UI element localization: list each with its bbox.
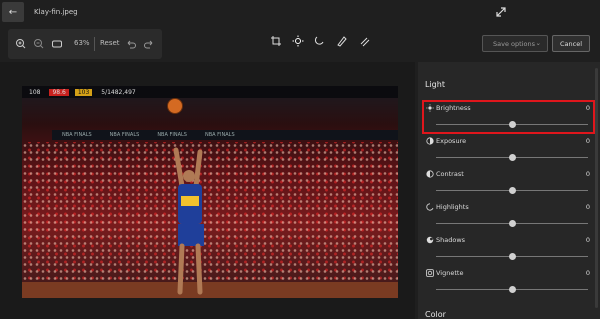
adjustment-value: 0 bbox=[585, 269, 590, 277]
player-figure bbox=[173, 147, 204, 295]
section-color-title: Color bbox=[425, 310, 446, 319]
zoom-out-icon[interactable] bbox=[32, 37, 46, 51]
adjustment-label: Highlights bbox=[436, 203, 469, 211]
exposure-slider-thumb[interactable] bbox=[508, 154, 516, 161]
zoom-in-icon[interactable] bbox=[14, 37, 28, 51]
adjustment-label: Shadows bbox=[436, 236, 466, 244]
adjustment-value: 0 bbox=[585, 236, 590, 244]
panel-scrollbar[interactable] bbox=[595, 68, 598, 308]
contrast-icon bbox=[426, 170, 434, 178]
back-button[interactable]: ← bbox=[2, 2, 24, 22]
led-text: NBA FINALS bbox=[204, 132, 235, 138]
scoreboard-text: 103 bbox=[74, 88, 93, 96]
vignette-icon bbox=[426, 269, 434, 277]
contrast-slider-thumb[interactable] bbox=[508, 187, 516, 194]
arrow-left-icon: ← bbox=[8, 6, 18, 18]
expand-icon[interactable] bbox=[495, 6, 507, 18]
arena-led-strip: NBA FINALS NBA FINALS NBA FINALS NBA FIN… bbox=[52, 130, 398, 140]
led-text: NBA FINALS bbox=[109, 132, 140, 138]
scoreboard-text: 98.6 bbox=[49, 88, 69, 96]
exposure-adjustment: Exposure 0 bbox=[422, 134, 594, 167]
shadows-slider-thumb[interactable] bbox=[508, 253, 516, 260]
adjustment-label: Exposure bbox=[436, 137, 467, 145]
reset-button[interactable]: Reset bbox=[100, 39, 120, 47]
section-light-title: Light bbox=[425, 80, 445, 89]
filter-icon[interactable] bbox=[313, 34, 327, 48]
led-text: NBA FINALS bbox=[157, 132, 187, 138]
edited-photo: 108 98.6 103 5/1482,497 NBA FINALS NBA F… bbox=[22, 86, 398, 298]
highlights-icon bbox=[426, 203, 434, 211]
adjustment-value: 0 bbox=[585, 137, 590, 145]
toolbar: 63% Reset Save options ⌄ Cancel bbox=[0, 26, 600, 62]
zoom-tool-group: 63% Reset bbox=[8, 29, 162, 59]
scoreboard-text: 108 bbox=[29, 88, 41, 96]
scoreboard-strip: 108 98.6 103 5/1482,497 bbox=[22, 86, 398, 98]
erase-icon[interactable] bbox=[357, 34, 371, 48]
contrast-adjustment: Contrast 0 bbox=[422, 167, 594, 200]
scoreboard-text: 5/1482,497 bbox=[101, 88, 136, 96]
crop-icon[interactable] bbox=[269, 34, 283, 48]
adjustment-label: Vignette bbox=[436, 269, 464, 277]
image-canvas: 108 98.6 103 5/1482,497 NBA FINALS NBA F… bbox=[0, 62, 415, 319]
title-bar: ← Klay-fin.jpeg bbox=[0, 0, 600, 26]
shadows-adjustment: Shadows 0 bbox=[422, 233, 594, 266]
adjustment-value: 0 bbox=[585, 203, 590, 211]
save-options-label: Save options bbox=[493, 39, 535, 48]
vignette-adjustment: Vignette 0 bbox=[422, 266, 594, 299]
highlights-slider-thumb[interactable] bbox=[508, 220, 516, 227]
selected-adjustment-highlight bbox=[422, 100, 595, 134]
vignette-slider-thumb[interactable] bbox=[508, 286, 516, 293]
zoom-level: 63% bbox=[74, 39, 90, 47]
markup-icon[interactable] bbox=[335, 34, 349, 48]
redo-icon[interactable] bbox=[142, 37, 156, 51]
adjustments-icon[interactable] bbox=[291, 34, 305, 48]
cancel-button[interactable]: Cancel bbox=[552, 35, 590, 52]
chevron-down-icon: ⌄ bbox=[535, 39, 541, 47]
highlights-adjustment: Highlights 0 bbox=[422, 200, 594, 233]
adjustment-label: Contrast bbox=[436, 170, 464, 178]
adjustment-value: 0 bbox=[585, 170, 590, 178]
led-text: NBA FINALS bbox=[62, 132, 92, 138]
basketball bbox=[167, 98, 183, 114]
court-floor bbox=[22, 282, 398, 298]
toolbar-divider bbox=[94, 37, 95, 51]
shadows-icon bbox=[426, 236, 434, 244]
file-title: Klay-fin.jpeg bbox=[34, 8, 78, 16]
crowd bbox=[22, 142, 398, 298]
fit-to-window-icon[interactable] bbox=[50, 37, 64, 51]
exposure-icon bbox=[426, 137, 434, 145]
save-options-button[interactable]: Save options ⌄ bbox=[482, 35, 548, 52]
undo-icon[interactable] bbox=[124, 37, 138, 51]
